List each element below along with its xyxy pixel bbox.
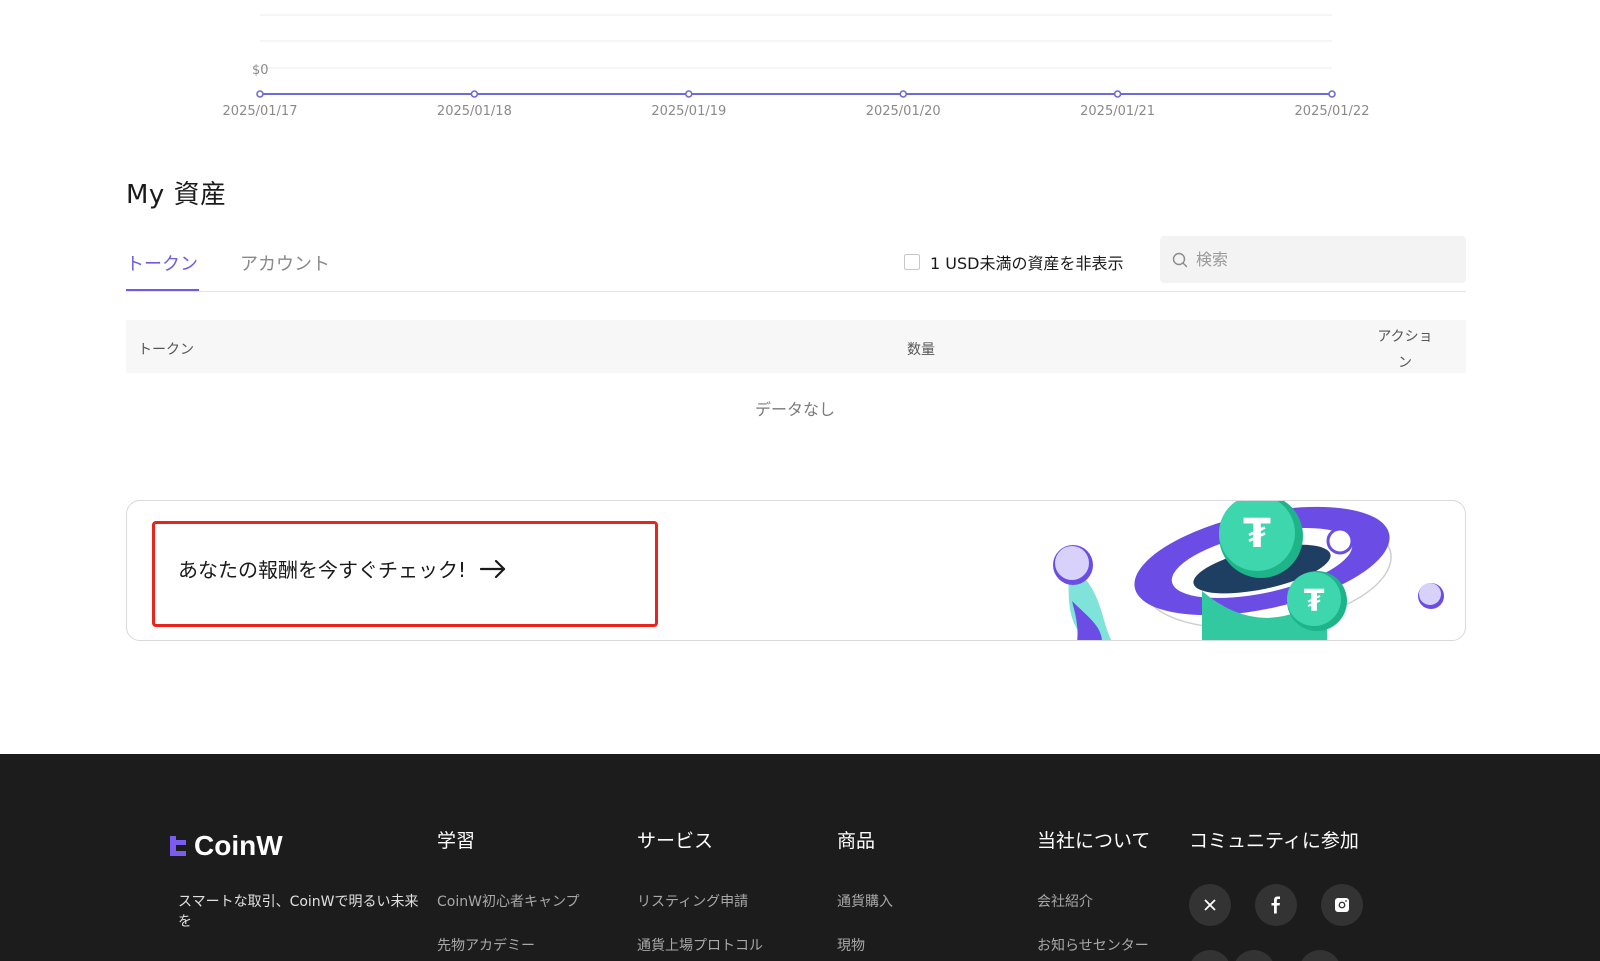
data-point: [1328, 90, 1336, 98]
tab-token[interactable]: トークン: [126, 250, 198, 276]
y-tick-label: $0: [252, 63, 269, 78]
footer-heading-services: サービス: [637, 830, 714, 852]
page: $0 2025/01/17 2025/01/18 2025/01/19 2025/01/…: [0, 0, 1600, 961]
social-extra-3[interactable]: [1299, 950, 1341, 961]
footer-link-buy-crypto[interactable]: 通貨購入: [837, 891, 893, 911]
coinw-logo-icon: [170, 836, 186, 856]
x-tick-label: 2025/01/22: [1295, 104, 1370, 119]
facebook-icon: [1271, 896, 1280, 914]
arrow-right-icon: [480, 559, 506, 578]
footer-link-company[interactable]: 会社紹介: [1037, 891, 1093, 911]
footer-link-announcements[interactable]: お知らせセンター: [1037, 935, 1149, 955]
column-header-token: トークン: [138, 342, 194, 358]
social-facebook[interactable]: [1255, 884, 1297, 926]
x-tick-label: 2025/01/20: [866, 104, 941, 119]
brand-name: CoinW: [194, 830, 283, 861]
tabs-divider: [126, 291, 1466, 292]
column-header-quantity: 数量: [907, 342, 935, 358]
column-header-action-line1: アクショ: [1377, 329, 1433, 345]
search-box[interactable]: [1160, 236, 1466, 283]
data-point: [684, 90, 693, 98]
footer-link-beginner-camp[interactable]: CoinW初心者キャンプ: [437, 891, 580, 911]
page-title: My 資産: [126, 180, 227, 210]
data-point: [256, 90, 264, 98]
column-header-action: アクショ ン: [1374, 324, 1436, 376]
x-tick-label: 2025/01/18: [437, 104, 512, 119]
x-tick-label: 2025/01/19: [651, 104, 726, 119]
tab-account[interactable]: アカウント: [240, 250, 330, 276]
footer-link-spot[interactable]: 現物: [837, 935, 865, 955]
empty-state: データなし: [754, 400, 835, 419]
hide-small-assets-label: 1 USD未満の資産を非表示: [930, 254, 1124, 273]
check-rewards-link[interactable]: あなたの報酬を今すぐチェック!: [178, 554, 506, 583]
search-input[interactable]: [1196, 250, 1446, 269]
footer: CoinW スマートな取引、CoinWで明るい未来を 学習 CoinW初心者キャ…: [0, 754, 1600, 961]
hide-small-assets-checkbox[interactable]: [904, 254, 920, 270]
x-tick-label: 2025/01/21: [1080, 104, 1155, 119]
svg-text:₮: ₮: [1304, 584, 1325, 619]
footer-heading-learn: 学習: [437, 830, 476, 852]
footer-heading-products: 商品: [837, 830, 876, 852]
data-point: [1113, 90, 1122, 98]
x-icon: [1204, 899, 1216, 911]
coinw-logo[interactable]: CoinW: [168, 830, 283, 862]
footer-link-listing-protocol[interactable]: 通貨上場プロトコル: [637, 935, 763, 955]
social-x[interactable]: [1189, 884, 1231, 926]
x-tick-label: 2025/01/17: [223, 104, 298, 119]
search-icon: [1172, 252, 1188, 267]
footer-link-listing-application[interactable]: リスティング申請: [637, 891, 748, 911]
social-extra-2[interactable]: [1233, 950, 1275, 961]
instagram-icon: [1335, 898, 1349, 912]
data-point: [899, 90, 908, 98]
footer-tagline: スマートな取引、CoinWで明るい未来を: [178, 894, 419, 930]
svg-text:₮: ₮: [1243, 511, 1271, 557]
check-rewards-label: あなたの報酬を今すぐチェック!: [178, 558, 467, 582]
data-point: [470, 90, 479, 98]
footer-heading-community: コミュニティに参加: [1189, 830, 1359, 852]
table-header: トークン 数量 アクショ ン: [126, 320, 1466, 373]
footer-heading-about: 当社について: [1037, 830, 1151, 852]
asset-history-chart: $0 2025/01/17 2025/01/18 2025/01/19 2025/01/…: [223, 14, 1370, 119]
hide-small-assets-toggle[interactable]: 1 USD未満の資産を非表示: [904, 250, 1123, 274]
social-instagram[interactable]: [1321, 884, 1363, 926]
column-header-action-line2: ン: [1398, 355, 1412, 371]
social-extra-1[interactable]: [1189, 950, 1231, 961]
footer-link-futures-academy[interactable]: 先物アカデミー: [437, 935, 535, 955]
